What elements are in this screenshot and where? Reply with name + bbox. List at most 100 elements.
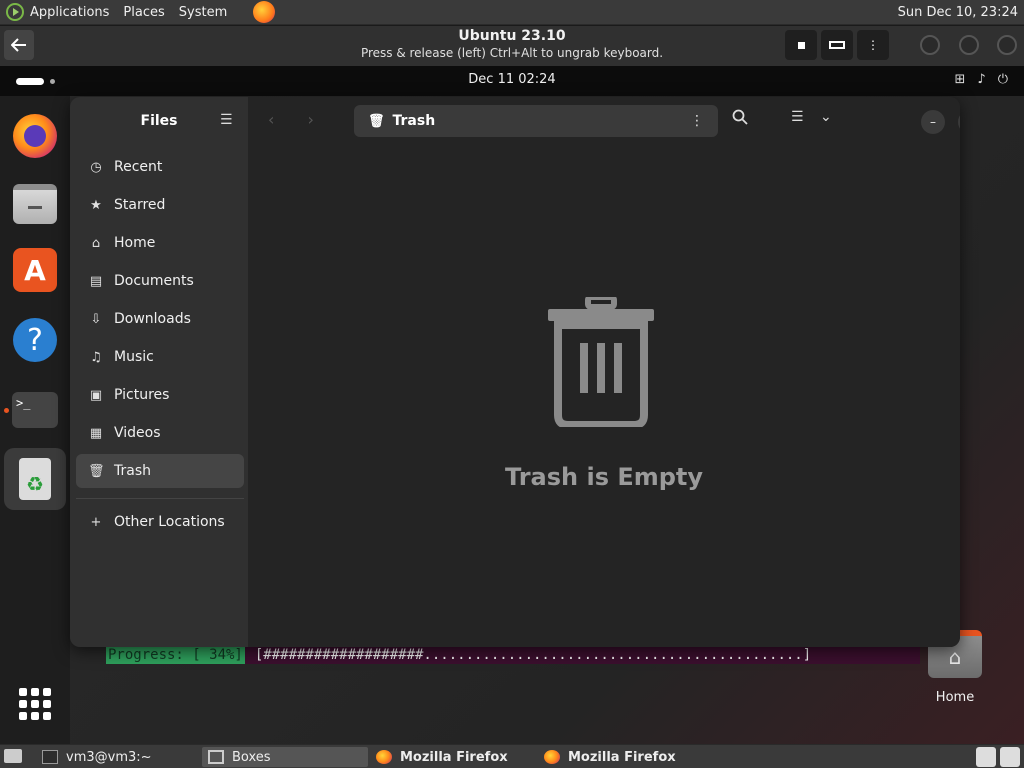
clock-icon: ◷ [90, 159, 102, 175]
guest-clock[interactable]: Dec 11 02:24 [0, 72, 1024, 87]
maximize-button[interactable]: □ [958, 110, 960, 134]
sidebar-item-label: Trash [114, 463, 151, 479]
guest-top-bar: Dec 11 02:24 ⊞ ♪ ⏻ [0, 66, 1024, 96]
system-menu[interactable]: System [179, 5, 227, 20]
dock: A ? >_ ♻ [0, 96, 70, 744]
location-bar[interactable]: 🗑 Trash ⋮ [354, 105, 718, 137]
sidebar-item-label: Home [114, 235, 156, 251]
taskbar-item-terminal[interactable]: vm3@vm3:~ [36, 747, 196, 767]
taskbar-item-label: vm3@vm3:~ [66, 749, 152, 765]
picture-icon: ▣ [89, 387, 103, 403]
minimize-button[interactable]: – [921, 110, 945, 134]
terminal-icon [42, 750, 58, 764]
progress-label: Progress: [ 34%] [106, 646, 245, 664]
taskbar-item-label: Mozilla Firefox [568, 749, 676, 765]
taskbar-item-label: Mozilla Firefox [400, 749, 508, 765]
firefox-icon [544, 750, 560, 764]
taskbar-item-boxes[interactable]: Boxes [202, 747, 368, 767]
video-icon: ▦ [89, 425, 103, 441]
star-icon: ★ [90, 197, 102, 213]
document-icon: ▤ [89, 273, 103, 289]
sidebar-item-label: Pictures [114, 387, 170, 403]
sidebar-divider [76, 498, 244, 499]
applications-menu[interactable]: Applications [30, 5, 109, 20]
boxes-header: Ubuntu 23.10 Press & release (left) Ctrl… [0, 26, 1024, 66]
view-options-chevron-down-icon[interactable]: ⌄ [820, 109, 832, 125]
trash-icon: 🗑 [88, 463, 105, 479]
desktop-home-label: Home [935, 690, 975, 705]
sidebar-item-recent[interactable]: ◷ Recent [76, 150, 244, 184]
sidebar-item-starred[interactable]: ★ Starred [76, 188, 244, 222]
host-clock[interactable]: Sun Dec 10, 23:24 [898, 5, 1018, 20]
nav-forward-button[interactable]: › [308, 110, 314, 129]
home-icon: ⌂ [91, 235, 101, 251]
boxes-tray-icon[interactable] [1000, 747, 1020, 767]
taskbar-item-label: Boxes [232, 749, 271, 765]
minimize-icon: – [930, 115, 936, 129]
sidebar-item-documents[interactable]: ▤ Documents [76, 264, 244, 298]
location-menu-icon[interactable]: ⋮ [690, 113, 704, 129]
list-view-icon[interactable]: ☰ [791, 109, 804, 125]
download-icon: ⇩ [90, 311, 102, 327]
sidebar-item-videos[interactable]: ▦ Videos [76, 416, 244, 450]
sidebar-item-label: Videos [114, 425, 161, 441]
files-app-icon[interactable] [13, 184, 57, 224]
kebab-menu-icon: ⋮ [867, 38, 879, 52]
trash-icon: 🗑 [368, 113, 385, 129]
places-menu[interactable]: Places [123, 5, 164, 20]
search-icon[interactable] [732, 109, 748, 129]
firefox-launcher-icon[interactable] [253, 1, 276, 23]
sidebar-item-label: Music [114, 349, 154, 365]
network-icon[interactable]: ⊞ [955, 72, 966, 87]
empty-state-message: Trash is Empty [504, 463, 704, 491]
firefox-icon [376, 750, 392, 764]
firefox-icon[interactable] [13, 114, 57, 158]
location-label: Trash [392, 113, 436, 129]
sidebar-item-pictures[interactable]: ▣ Pictures [76, 378, 244, 412]
volume-muted-icon[interactable]: ♪ [977, 72, 985, 87]
sidebar-item-other-locations[interactable]: + Other Locations [76, 505, 244, 539]
keyboard-icon [829, 41, 845, 49]
window-close-button[interactable] [997, 35, 1017, 55]
hamburger-menu-icon[interactable]: ☰ [220, 112, 233, 128]
menu-button[interactable]: ⋮ [857, 30, 889, 60]
boxes-icon [208, 750, 224, 764]
plus-icon: + [90, 514, 102, 530]
sidebar-item-downloads[interactable]: ⇩ Downloads [76, 302, 244, 336]
terminal-icon[interactable]: >_ [12, 392, 58, 428]
power-icon[interactable]: ⏻ [998, 72, 1008, 87]
host-top-panel: Applications Places System Sun Dec 10, 2… [0, 0, 1024, 25]
window-minimize-button[interactable] [920, 35, 940, 55]
dock-trash-active[interactable]: ♻ [4, 448, 66, 510]
applications-menu-icon[interactable] [6, 3, 24, 21]
sidebar-item-music[interactable]: ♫ Music [76, 340, 244, 374]
files-window: Files ☰ ◷ Recent ★ Starred ⌂ Home ▤ Docu… [70, 97, 960, 647]
stop-icon [797, 41, 805, 49]
sidebar-item-label: Downloads [114, 311, 191, 327]
empty-trash-icon [548, 297, 654, 427]
keyboard-button[interactable] [821, 30, 853, 60]
taskbar-item-firefox-2[interactable]: Mozilla Firefox [538, 747, 704, 767]
music-icon: ♫ [90, 349, 102, 365]
show-desktop-icon[interactable] [4, 749, 22, 763]
files-content: ‹ › 🗑 Trash ⋮ ☰ ⌄ – □ ✕ Trash is Empty [248, 97, 960, 647]
sidebar-item-label: Documents [114, 273, 194, 289]
taskbar-item-firefox-1[interactable]: Mozilla Firefox [370, 747, 536, 767]
sidebar-item-label: Other Locations [114, 514, 225, 530]
host-taskbar: vm3@vm3:~ Boxes Mozilla Firefox Mozilla … [0, 744, 1024, 768]
files-sidebar: Files ☰ ◷ Recent ★ Starred ⌂ Home ▤ Docu… [70, 97, 248, 647]
nav-back-button[interactable]: ‹ [268, 110, 274, 129]
recycle-bin-icon: ♻ [19, 458, 51, 500]
terminal-progress: Progress: [ 34%] [###################...… [106, 646, 920, 664]
running-indicator [4, 408, 9, 413]
progress-bar-text: [###################....................… [254, 647, 812, 663]
stop-button[interactable] [785, 30, 817, 60]
show-apps-icon[interactable] [19, 688, 51, 720]
sidebar-item-trash[interactable]: 🗑 Trash [76, 454, 244, 488]
window-maximize-button[interactable] [959, 35, 979, 55]
chrome-tray-icon[interactable] [976, 747, 996, 767]
sidebar-item-home[interactable]: ⌂ Home [76, 226, 244, 260]
help-icon[interactable]: ? [13, 318, 57, 362]
app-center-icon[interactable]: A [13, 248, 57, 292]
sidebar-item-label: Recent [114, 159, 163, 175]
